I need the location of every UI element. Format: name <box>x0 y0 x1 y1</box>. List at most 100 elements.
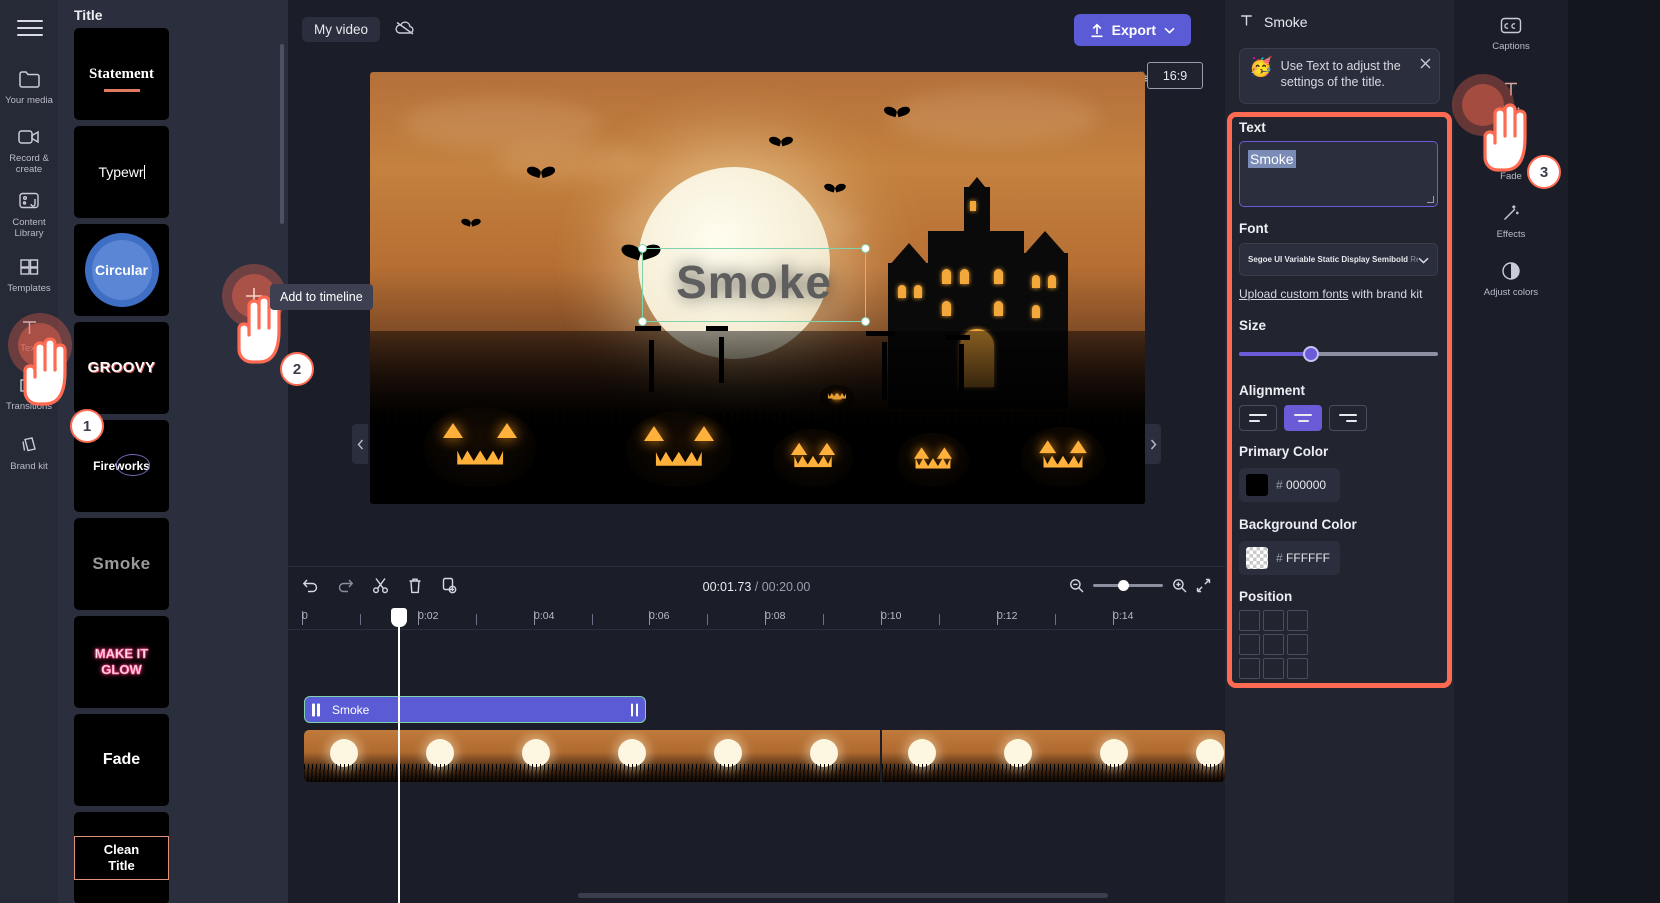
tutorial-step-badge-2: 2 <box>280 352 314 386</box>
right-toolbar-item-captions[interactable]: Captions <box>1454 12 1568 52</box>
redo-icon[interactable] <box>337 577 354 594</box>
position-cell-top-center[interactable] <box>1263 610 1284 631</box>
ruler-label: 0:06 <box>649 610 670 622</box>
size-slider[interactable] <box>1239 346 1438 362</box>
primary-color-swatch[interactable] <box>1246 474 1268 496</box>
timeline-text-clip[interactable]: Smoke <box>304 696 646 723</box>
title-tile-statement[interactable]: Statement <box>74 28 169 120</box>
templates-icon <box>0 254 58 280</box>
clip-thumbnail <box>688 730 784 782</box>
resize-handle-br[interactable] <box>861 317 870 326</box>
export-button[interactable]: Export <box>1073 14 1191 46</box>
sidebar-item-templates[interactable]: Templates <box>0 254 58 294</box>
sidebar-item-record-create[interactable]: Record & create <box>0 124 58 175</box>
fit-to-screen-icon[interactable] <box>1196 578 1211 593</box>
folder-icon <box>0 66 58 92</box>
resize-handle-bl[interactable] <box>638 317 647 326</box>
size-slider-knob[interactable] <box>1303 346 1319 362</box>
collapse-left-panel-button[interactable] <box>352 424 368 464</box>
cross-shape <box>945 334 970 340</box>
position-cell-top-right[interactable] <box>1287 610 1308 631</box>
clip-thumbnail <box>400 730 496 782</box>
delete-trash-icon[interactable] <box>407 577 423 594</box>
title-tile-circular[interactable]: Circular <box>74 224 169 316</box>
chevron-down-icon[interactable] <box>1418 252 1429 267</box>
clip-handle-left[interactable] <box>312 703 320 716</box>
text-input[interactable]: Smoke <box>1239 141 1438 207</box>
timeline-tracks: Smoke <box>288 630 1225 903</box>
primary-color-label: Primary Color <box>1239 444 1329 459</box>
zoom-out-icon[interactable] <box>1069 578 1084 593</box>
title-tile-fade[interactable]: Fade <box>74 714 169 806</box>
timeline-ruler[interactable]: 0 0:02 0:04 0:06 0:08 0:10 0:12 0:14 <box>288 608 1225 630</box>
timeline-toolbar: 00:01.73 / 00:20.00 <box>288 566 1225 608</box>
background-color-picker[interactable]: # FFFFFF <box>1239 541 1340 575</box>
font-select[interactable]: Segoe UI Variable Static Display Semibol… <box>1239 243 1438 276</box>
right-toolbar-item-adjust-colors[interactable]: Adjust colors <box>1454 258 1568 298</box>
position-cell-middle-left[interactable] <box>1239 634 1260 655</box>
timeline-horizontal-scrollbar[interactable] <box>578 893 1108 898</box>
aspect-ratio-button[interactable]: 16:9 <box>1147 62 1203 89</box>
collapse-right-panel-button[interactable] <box>1145 424 1161 464</box>
right-toolbar-label: Adjust colors <box>1483 287 1539 298</box>
timeline-playhead[interactable] <box>391 608 407 903</box>
primary-color-value: 000000 <box>1286 478 1327 492</box>
pumpkin-shape <box>424 406 537 487</box>
properties-header: Smoke <box>1239 13 1308 31</box>
hamburger-menu-icon[interactable] <box>17 20 43 38</box>
sidebar-item-brand-kit[interactable]: Brand kit <box>0 432 58 472</box>
sidebar-item-your-media[interactable]: Your media <box>0 66 58 106</box>
align-left-button[interactable] <box>1239 405 1277 431</box>
sidebar-label: Record & create <box>9 153 49 175</box>
position-cell-bottom-right[interactable] <box>1287 658 1308 679</box>
ruler-label: 0:12 <box>997 610 1018 622</box>
library-scrollbar[interactable] <box>280 44 284 224</box>
duplicate-icon[interactable] <box>441 577 458 594</box>
clipchamp-editor: Your media Record & create Content Libra… <box>0 0 1568 903</box>
text-section-label: Text <box>1239 120 1266 135</box>
tutorial-step-badge-3: 3 <box>1527 155 1561 189</box>
position-cell-middle-right[interactable] <box>1287 634 1308 655</box>
project-name-field[interactable]: My video <box>302 17 381 42</box>
cross-shape <box>706 326 729 332</box>
position-cell-middle-center[interactable] <box>1263 634 1284 655</box>
zoom-slider[interactable] <box>1093 580 1163 591</box>
title-tile-clean-title[interactable]: Clean Title <box>74 812 169 903</box>
background-color-swatch[interactable] <box>1246 547 1268 569</box>
tile-label: MAKE IT GLOW <box>94 646 149 677</box>
clip-label: Smoke <box>332 702 370 717</box>
title-tile-typewriter[interactable]: Typewr <box>74 126 169 218</box>
top-bar: My video Export <box>288 0 1225 58</box>
sidebar-label: Content Library <box>12 217 46 239</box>
close-x-icon[interactable] <box>1417 55 1433 71</box>
firework-ring-icon <box>115 454 150 476</box>
right-toolbar-item-effects[interactable]: Effects <box>1454 200 1568 240</box>
position-cell-bottom-center[interactable] <box>1263 658 1284 679</box>
cloud-off-icon[interactable] <box>394 20 416 39</box>
sidebar-item-content-library[interactable]: Content Library <box>0 188 58 239</box>
position-cell-top-left[interactable] <box>1239 610 1260 631</box>
clip-handle-right[interactable] <box>630 703 638 716</box>
title-tile-make-it-glow[interactable]: MAKE IT GLOW <box>74 616 169 708</box>
title-tile-smoke[interactable]: Smoke <box>74 518 169 610</box>
zoom-in-icon[interactable] <box>1172 578 1187 593</box>
resize-handle-tr[interactable] <box>861 244 870 253</box>
video-preview[interactable]: Smoke <box>370 72 1145 504</box>
properties-panel: Smoke 🥳 Use Text to adjust the settings … <box>1225 0 1454 903</box>
resize-handle-tl[interactable] <box>638 244 647 253</box>
upload-custom-fonts-link[interactable]: Upload custom fonts <box>1239 287 1348 301</box>
position-cell-bottom-left[interactable] <box>1239 658 1260 679</box>
library-heading: Title <box>74 7 103 23</box>
background-color-label: Background Color <box>1239 517 1357 532</box>
timeline-video-clip[interactable] <box>304 730 1225 782</box>
split-scissors-icon[interactable] <box>372 577 389 594</box>
text-selection-box[interactable] <box>638 244 870 326</box>
align-center-button[interactable] <box>1284 405 1322 431</box>
undo-icon[interactable] <box>302 577 319 594</box>
title-tile-groovy[interactable]: GROOVY <box>74 322 169 414</box>
align-right-button[interactable] <box>1329 405 1367 431</box>
resize-grip-icon[interactable] <box>1427 196 1434 203</box>
primary-color-picker[interactable]: # 000000 <box>1239 468 1340 502</box>
clip-thumbnail <box>1170 730 1225 782</box>
playhead-knob[interactable] <box>391 608 407 627</box>
